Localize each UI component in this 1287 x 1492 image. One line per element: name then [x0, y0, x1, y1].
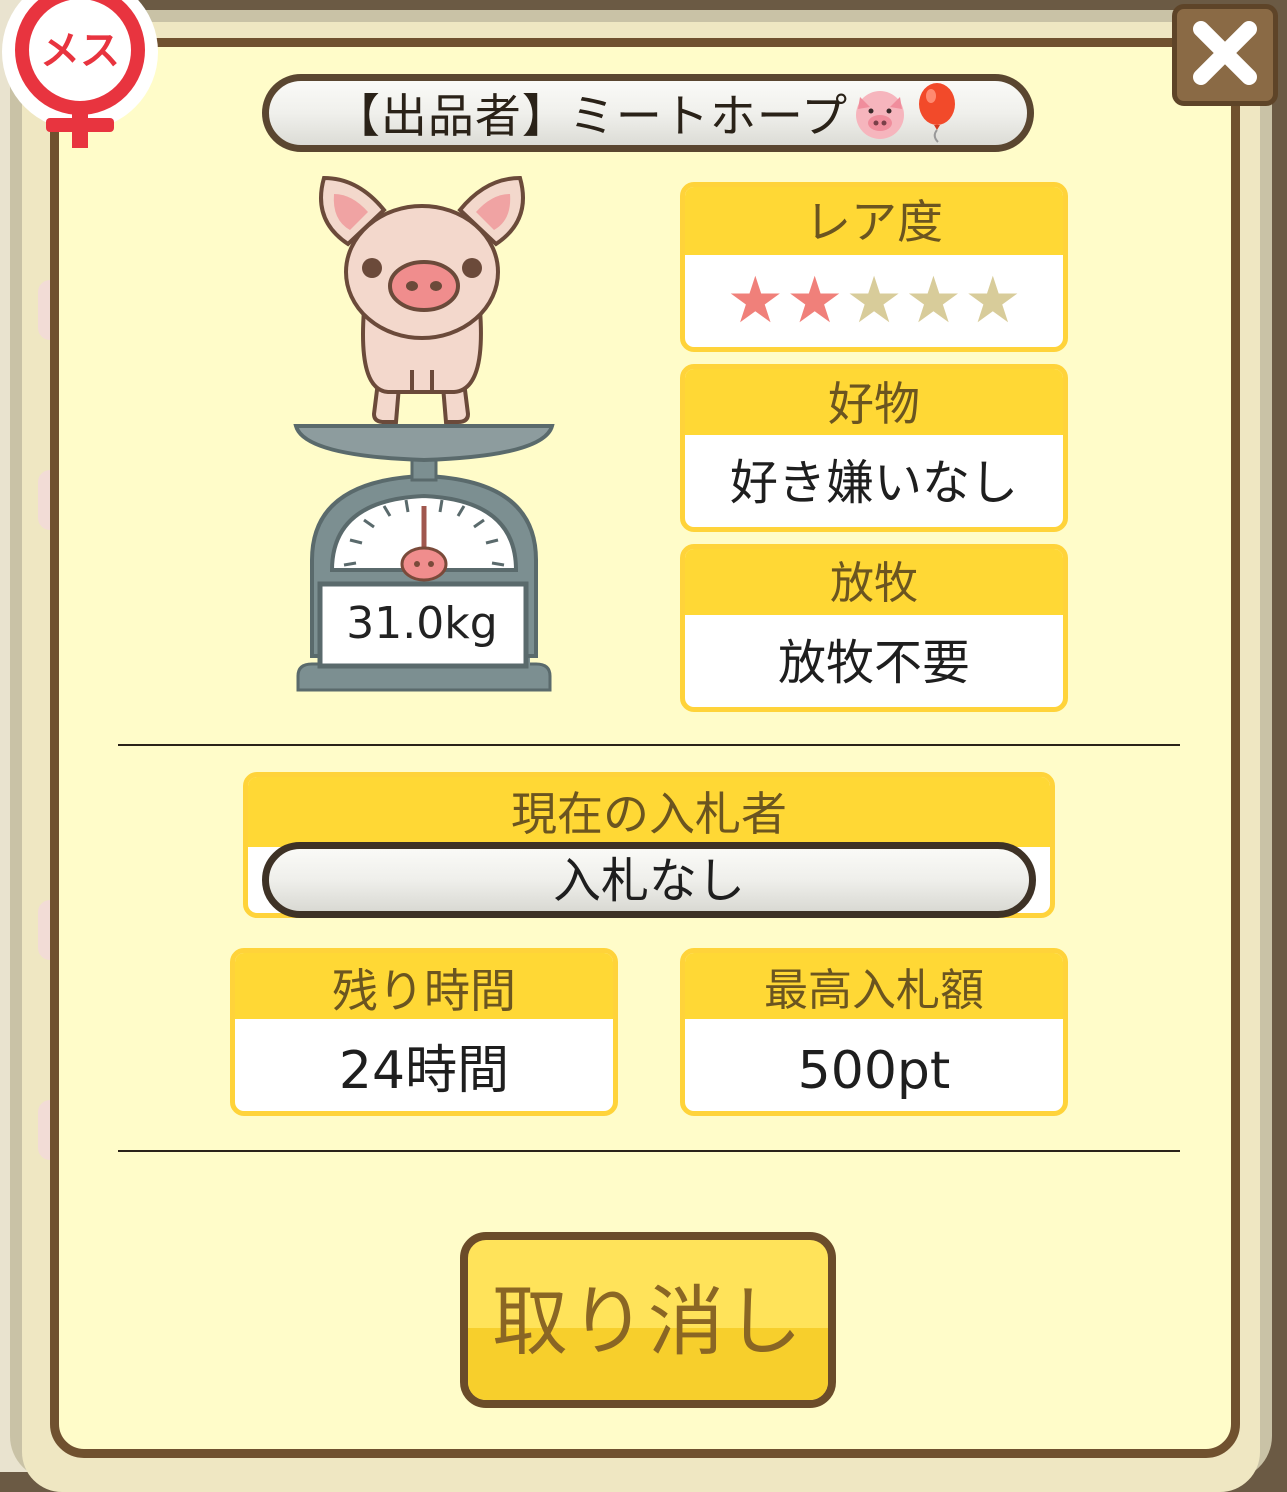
cancel-button-label: 取り消し — [492, 1277, 804, 1366]
female-badge: メス — [2, 0, 158, 148]
weight-value: 31.0kg — [346, 598, 498, 649]
close-button[interactable] — [1172, 4, 1278, 106]
grazing-card: 放牧 放牧不要 — [680, 544, 1068, 712]
grazing-label: 放牧 — [685, 549, 1063, 615]
star-filled-icon: ★ — [726, 264, 784, 338]
grazing-value: 放牧不要 — [777, 635, 970, 691]
favorite-food-label: 好物 — [685, 369, 1063, 435]
seller-name: 【出品者】ミートホープ — [333, 89, 849, 143]
highest-bid-card: 最高入札額 500pt — [680, 948, 1068, 1116]
cancel-button[interactable]: 取り消し — [460, 1232, 836, 1408]
seller-label: 【出品者】ミートホープ — [262, 74, 1034, 152]
favorite-food-value: 好き嫌いなし — [729, 455, 1018, 511]
remaining-time-value: 24時間 — [338, 1041, 510, 1101]
divider — [118, 1150, 1180, 1152]
rarity-card: レア度 ★ ★ ★ ★ ★ — [680, 182, 1068, 352]
star-empty-icon: ★ — [904, 264, 963, 338]
highest-bid-value: 500pt — [797, 1041, 951, 1101]
current-bidder-label: 現在の入札者 — [248, 777, 1050, 847]
pig-face-icon — [856, 91, 905, 139]
balloon-icon — [919, 83, 956, 143]
highest-bid-label: 最高入札額 — [685, 953, 1063, 1019]
remaining-time-card: 残り時間 24時間 — [230, 948, 618, 1116]
divider — [118, 744, 1180, 746]
current-bidder-value: 入札なし — [262, 842, 1036, 918]
star-empty-icon: ★ — [964, 264, 1022, 338]
star-empty-icon: ★ — [845, 264, 903, 338]
star-filled-icon: ★ — [785, 264, 844, 338]
favorite-food-card: 好物 好き嫌いなし — [680, 364, 1068, 532]
close-icon[interactable] — [1177, 9, 1273, 101]
rarity-label: レア度 — [685, 187, 1063, 255]
rarity-stars: ★ ★ ★ ★ ★ — [685, 255, 1063, 347]
female-badge-text: メス — [40, 28, 120, 74]
remaining-time-label: 残り時間 — [235, 953, 613, 1019]
